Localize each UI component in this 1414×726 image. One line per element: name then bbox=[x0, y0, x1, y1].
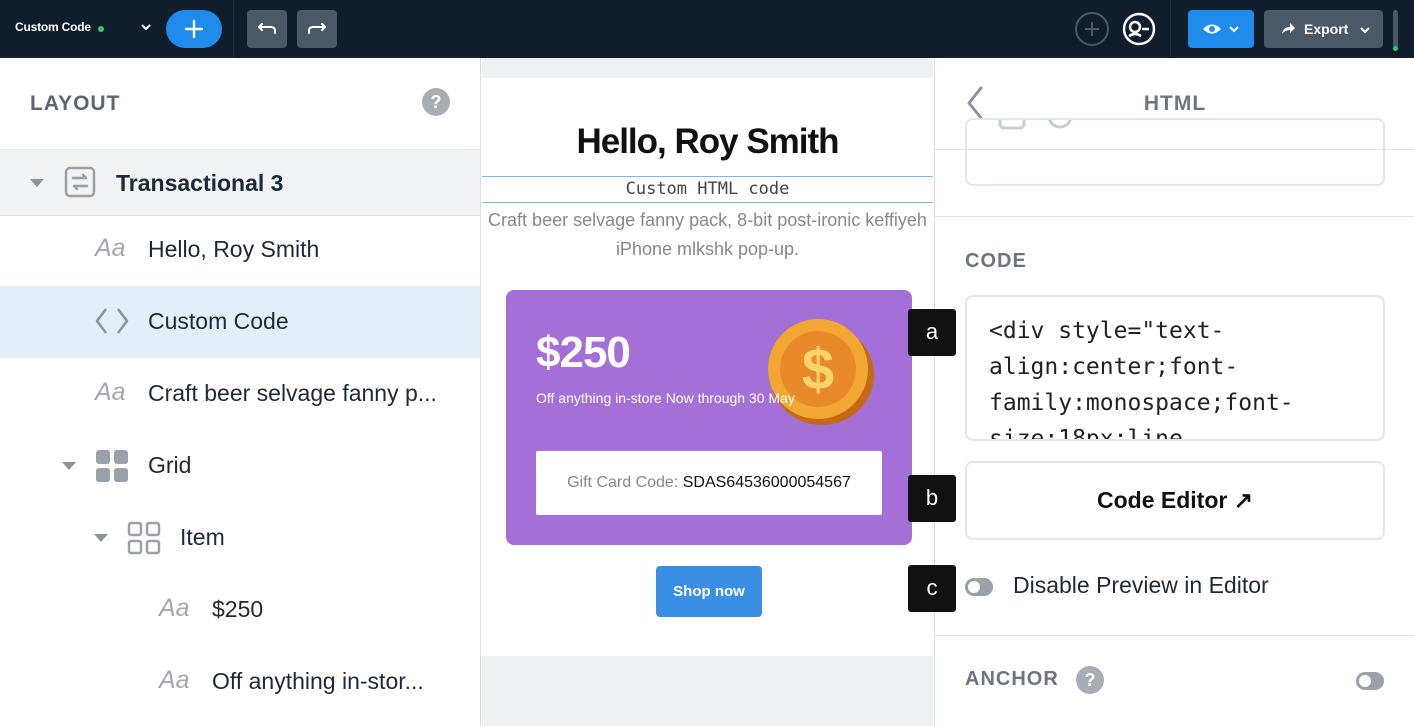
export-label: Export bbox=[1304, 21, 1349, 37]
tree-item-label: $250 bbox=[212, 596, 264, 622]
text-icon: Aa bbox=[159, 666, 190, 694]
anchor-toggle[interactable] bbox=[1356, 672, 1384, 690]
eye-icon bbox=[1203, 24, 1239, 34]
tree-item-label: Item bbox=[180, 524, 225, 550]
body-text-line2[interactable]: iPhone mlkshk pop-up. bbox=[482, 235, 933, 264]
gift-card-code-box[interactable]: Gift Card Code: SDAS64536000054567 bbox=[536, 451, 882, 515]
item-icon bbox=[127, 521, 161, 559]
annotation-marker-b: b bbox=[908, 475, 956, 522]
tree-item-custom-code[interactable]: Custom Code bbox=[0, 286, 480, 358]
tree-item-label: Off anything in-stor... bbox=[212, 668, 424, 694]
text-icon: Aa bbox=[159, 594, 190, 622]
grid-icon bbox=[95, 449, 129, 487]
gift-card-code: SDAS64536000054567 bbox=[682, 474, 851, 491]
transactional-icon bbox=[64, 166, 96, 202]
code-text[interactable]: <div style="text- align:center;font- fam… bbox=[989, 313, 1294, 439]
help-icon[interactable]: ? bbox=[422, 88, 450, 116]
disable-preview-toggle[interactable] bbox=[965, 578, 993, 596]
anchor-help-icon[interactable]: ? bbox=[1076, 666, 1104, 694]
undo-icon bbox=[258, 23, 276, 34]
refresh-icon[interactable] bbox=[1045, 118, 1075, 132]
toolbar-divider bbox=[1170, 0, 1171, 58]
add-collaborator-button[interactable] bbox=[1075, 12, 1109, 46]
body-text-line1[interactable]: Craft beer selvage fanny pack, 8-bit pos… bbox=[482, 206, 933, 235]
tree-item-transactional[interactable]: Transactional 3 bbox=[0, 149, 480, 216]
promo-price[interactable]: $250 bbox=[536, 328, 631, 378]
code-editor-button[interactable]: Code Editor ↗ bbox=[965, 461, 1385, 540]
shop-now-button[interactable]: Shop now bbox=[656, 566, 762, 617]
custom-html-block[interactable]: Custom HTML code bbox=[482, 176, 933, 203]
user-icon bbox=[1122, 12, 1156, 46]
preview-button[interactable] bbox=[1188, 10, 1254, 48]
greeting-heading[interactable]: Hello, Roy Smith bbox=[482, 122, 933, 162]
disable-preview-label: Disable Preview in Editor bbox=[1013, 572, 1269, 598]
tree-item-label: Grid bbox=[148, 452, 192, 478]
external-link-icon: ↗ bbox=[1233, 487, 1253, 513]
code-icon bbox=[95, 306, 129, 340]
tree-item-craft[interactable]: Aa Craft beer selvage fanny p... bbox=[0, 358, 480, 430]
svg-text:$: $ bbox=[802, 337, 834, 402]
promo-card[interactable]: $250 $ Off anything in-store Now through… bbox=[506, 290, 912, 545]
expand-chevron-icon[interactable] bbox=[62, 462, 76, 470]
code-editor-label: Code Editor bbox=[1096, 487, 1228, 513]
tree-item-item[interactable]: Item bbox=[0, 502, 480, 574]
tree-item-label: Craft beer selvage fanny p... bbox=[148, 380, 437, 406]
promo-offer-text[interactable]: Off anything in-store Now through 30 May bbox=[536, 390, 795, 406]
chevron-down-icon bbox=[1360, 27, 1370, 34]
gift-card-label: Gift Card Code: bbox=[567, 474, 679, 491]
divider bbox=[935, 216, 1414, 217]
code-input[interactable]: <div style="text- align:center;font- fam… bbox=[965, 295, 1385, 441]
panel-title: HTML bbox=[1143, 92, 1207, 115]
project-menu-chevron-icon[interactable] bbox=[140, 21, 152, 36]
tree-item-label: Transactional 3 bbox=[116, 170, 284, 196]
tree-item-label: Custom Code bbox=[148, 308, 289, 334]
status-dot bbox=[98, 26, 104, 32]
expand-chevron-icon[interactable] bbox=[94, 534, 108, 542]
redo-icon bbox=[308, 23, 326, 34]
annotation-marker-c: c bbox=[908, 565, 956, 612]
settings-panel: HTML CODE <div style="text- align:center… bbox=[934, 58, 1414, 726]
tree-item-grid[interactable]: Grid bbox=[0, 430, 480, 502]
annotation-marker-a: a bbox=[908, 309, 956, 356]
tree-item-offer[interactable]: Aa Off anything in-stor... bbox=[0, 646, 480, 718]
plus-icon bbox=[184, 19, 204, 39]
top-toolbar: Custom Code Export bbox=[0, 0, 1414, 58]
expand-chevron-icon[interactable] bbox=[30, 179, 44, 187]
email-body: Hello, Roy Smith Custom HTML code Craft … bbox=[482, 78, 933, 656]
layout-title: LAYOUT bbox=[30, 92, 121, 115]
duplicate-icon[interactable] bbox=[997, 118, 1027, 132]
dollar-coin-icon: $ bbox=[768, 319, 874, 425]
text-icon: Aa bbox=[95, 234, 126, 262]
divider bbox=[935, 635, 1414, 636]
anchor-section-title: ANCHOR bbox=[965, 668, 1059, 690]
add-button[interactable] bbox=[166, 10, 222, 48]
block-preview-box bbox=[965, 118, 1385, 186]
code-section-title: CODE bbox=[965, 250, 1027, 272]
layout-panel: LAYOUT ? Transactional 3 Aa Hello, Roy S… bbox=[0, 58, 481, 726]
tree-item-label: Hello, Roy Smith bbox=[148, 236, 320, 262]
email-preview-canvas: Hello, Roy Smith Custom HTML code Craft … bbox=[482, 58, 933, 726]
user-avatar-button[interactable] bbox=[1122, 12, 1156, 46]
project-name[interactable]: Custom Code bbox=[15, 20, 91, 34]
share-arrow-icon bbox=[1282, 23, 1295, 34]
tree-item-hello[interactable]: Aa Hello, Roy Smith bbox=[0, 214, 480, 286]
tree-item-price[interactable]: Aa $250 bbox=[0, 574, 480, 646]
export-button[interactable]: Export bbox=[1264, 10, 1383, 48]
toolbar-divider bbox=[233, 0, 234, 58]
redo-button[interactable] bbox=[297, 10, 337, 48]
scroll-indicator bbox=[1393, 10, 1398, 51]
text-icon: Aa bbox=[95, 378, 126, 406]
plus-circle-icon bbox=[1075, 12, 1109, 46]
undo-button[interactable] bbox=[247, 10, 287, 48]
